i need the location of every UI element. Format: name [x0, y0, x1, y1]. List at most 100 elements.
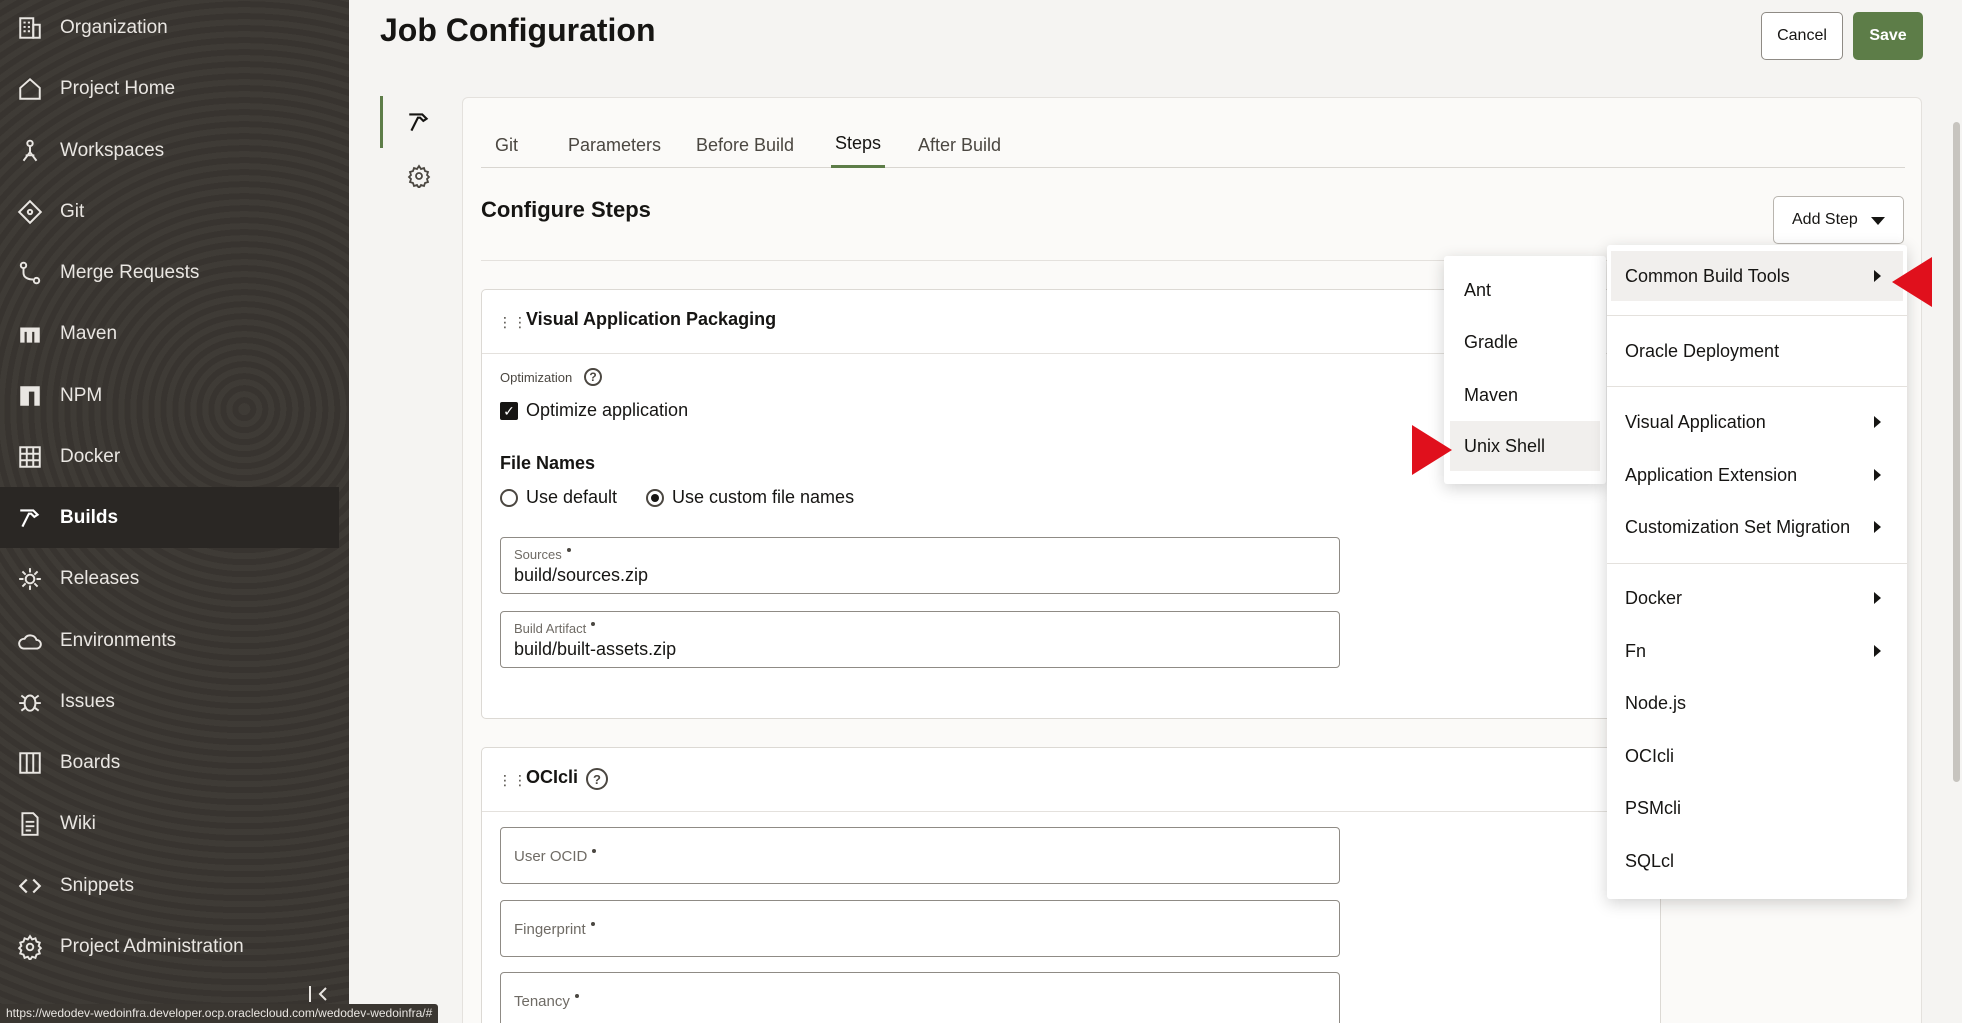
sidebar-item-docker[interactable]: Docker	[0, 426, 339, 487]
build-config-icon[interactable]	[405, 108, 433, 136]
card-title: Visual Application Packaging	[526, 309, 777, 329]
sidebar-item-merge-requests[interactable]: Merge Requests	[0, 242, 339, 303]
sidebar: Organization Project Home Workspaces Git…	[0, 0, 349, 1023]
npm-icon	[15, 381, 45, 411]
sidebar-item-label: Project Administration	[60, 935, 244, 957]
sidebar-item-label: Project Home	[60, 77, 176, 99]
fingerprint-field[interactable]: Fingerprint	[500, 900, 1340, 957]
menu-item-fn[interactable]: Fn	[1607, 626, 1907, 676]
sidebar-item-label: Merge Requests	[60, 261, 200, 283]
help-icon[interactable]: ?	[584, 368, 602, 386]
field-label: Fingerprint	[514, 921, 595, 938]
menu-item-ocicli[interactable]: OCIcli	[1607, 731, 1907, 781]
tab-parameters[interactable]: Parameters	[568, 122, 661, 168]
sidebar-item-builds[interactable]: Builds	[0, 487, 339, 548]
sidebar-item-wiki[interactable]: Wiki	[0, 793, 339, 854]
collapse-sidebar-icon[interactable]	[306, 982, 330, 1006]
menu-item-ant[interactable]: Ant	[1444, 265, 1606, 315]
sidebar-item-project-administration[interactable]: Project Administration	[0, 916, 339, 977]
cancel-button[interactable]: Cancel	[1761, 12, 1843, 60]
chevron-down-icon	[1871, 217, 1885, 225]
menu-item-common-build-tools[interactable]: Common Build Tools	[1611, 251, 1903, 301]
sidebar-item-environments[interactable]: Environments	[0, 610, 339, 671]
menu-item-unix-shell[interactable]: Unix Shell	[1450, 421, 1600, 471]
tab-steps[interactable]: Steps	[831, 122, 886, 168]
menu-item-label: Fn	[1625, 640, 1647, 661]
drag-handle-icon[interactable]: ⋮⋮	[498, 772, 528, 789]
build-artifact-field[interactable]: Build Artifact build/built-assets.zip	[500, 611, 1340, 668]
radio-use-custom[interactable]	[646, 489, 664, 507]
tenancy-field[interactable]: Tenancy	[500, 972, 1340, 1023]
merge-requests-icon	[15, 258, 45, 288]
settings-gear-icon[interactable]	[405, 162, 433, 190]
field-label-text: Tenancy	[514, 993, 570, 1010]
organization-icon	[15, 13, 45, 43]
releases-icon	[15, 564, 45, 594]
environments-icon	[15, 626, 45, 656]
field-label-text: Build Artifact	[514, 621, 587, 636]
add-step-button[interactable]: Add Step	[1773, 196, 1904, 244]
git-icon	[15, 197, 45, 227]
optimization-label: Optimization	[500, 370, 573, 385]
sidebar-item-label: Releases	[60, 567, 140, 589]
menu-item-label: Application Extension	[1625, 464, 1798, 485]
chevron-right-icon	[1874, 521, 1881, 533]
menu-item-label: Common Build Tools	[1625, 265, 1790, 286]
sidebar-item-organization[interactable]: Organization	[0, 0, 339, 58]
snippets-icon	[15, 871, 45, 901]
user-ocid-field[interactable]: User OCID	[500, 827, 1340, 884]
menu-item-sqlcl[interactable]: SQLcl	[1607, 836, 1907, 886]
sidebar-item-maven[interactable]: Maven	[0, 303, 339, 364]
menu-item-maven[interactable]: Maven	[1444, 370, 1606, 420]
page-title: Job Configuration	[380, 12, 656, 48]
menu-item-application-extension[interactable]: Application Extension	[1607, 450, 1907, 500]
sidebar-item-npm[interactable]: NPM	[0, 365, 339, 426]
annotation-arrow-left-icon	[1892, 257, 1932, 307]
help-icon[interactable]: ?	[586, 768, 608, 790]
menu-item-gradle[interactable]: Gradle	[1444, 317, 1606, 367]
menu-item-label: Visual Application	[1625, 411, 1766, 432]
menu-item-visual-application[interactable]: Visual Application	[1607, 397, 1907, 447]
menu-item-nodejs[interactable]: Node.js	[1607, 678, 1907, 728]
menu-separator	[1607, 563, 1907, 564]
sidebar-item-issues[interactable]: Issues	[0, 671, 339, 732]
sidebar-item-label: Docker	[60, 445, 121, 467]
menu-separator	[1607, 315, 1907, 316]
sidebar-item-label: Workspaces	[60, 139, 165, 161]
sidebar-item-label: Environments	[60, 629, 177, 651]
config-tabs: Git Parameters Before Build Steps After …	[481, 122, 1905, 168]
file-names-heading: File Names	[500, 453, 596, 473]
save-button[interactable]: Save	[1853, 12, 1923, 60]
optimize-checkbox[interactable]: ✓	[500, 402, 518, 420]
sidebar-item-workspaces[interactable]: Workspaces	[0, 120, 339, 181]
chevron-right-icon	[1874, 469, 1881, 481]
sources-field[interactable]: Sources build/sources.zip	[500, 537, 1340, 594]
menu-item-psmcli[interactable]: PSMcli	[1607, 783, 1907, 833]
menu-item-docker[interactable]: Docker	[1607, 573, 1907, 623]
sidebar-item-boards[interactable]: Boards	[0, 732, 339, 793]
menu-item-label: Oracle Deployment	[1625, 340, 1780, 361]
sidebar-item-label: Issues	[60, 690, 115, 712]
menu-item-customization-set-migration[interactable]: Customization Set Migration	[1607, 502, 1907, 552]
sidebar-item-git[interactable]: Git	[0, 181, 339, 242]
menu-item-label: OCIcli	[1625, 745, 1674, 766]
menu-item-oracle-deployment[interactable]: Oracle Deployment	[1607, 326, 1907, 376]
field-label-text: Sources	[514, 547, 562, 562]
tab-before-build[interactable]: Before Build	[696, 122, 794, 168]
boards-icon	[15, 748, 45, 778]
status-url: https://wedodev-wedoinfra.developer.ocp.…	[0, 1004, 439, 1023]
issues-icon	[15, 687, 45, 717]
radio-use-default[interactable]	[500, 489, 518, 507]
sidebar-item-snippets[interactable]: Snippets	[0, 855, 339, 916]
sidebar-item-project-home[interactable]: Project Home	[0, 58, 339, 119]
tab-git[interactable]: Git	[495, 122, 518, 168]
page-scrollbar[interactable]	[1953, 122, 1960, 782]
common-build-tools-submenu: Ant Gradle Maven Unix Shell	[1444, 256, 1606, 484]
sidebar-item-releases[interactable]: Releases	[0, 548, 339, 609]
chevron-right-icon	[1874, 592, 1881, 604]
section-title: Configure Steps	[481, 197, 651, 222]
gear-icon	[15, 932, 45, 962]
required-indicator	[574, 994, 579, 998]
tab-after-build[interactable]: After Build	[918, 122, 1001, 168]
drag-handle-icon[interactable]: ⋮⋮	[498, 314, 528, 331]
